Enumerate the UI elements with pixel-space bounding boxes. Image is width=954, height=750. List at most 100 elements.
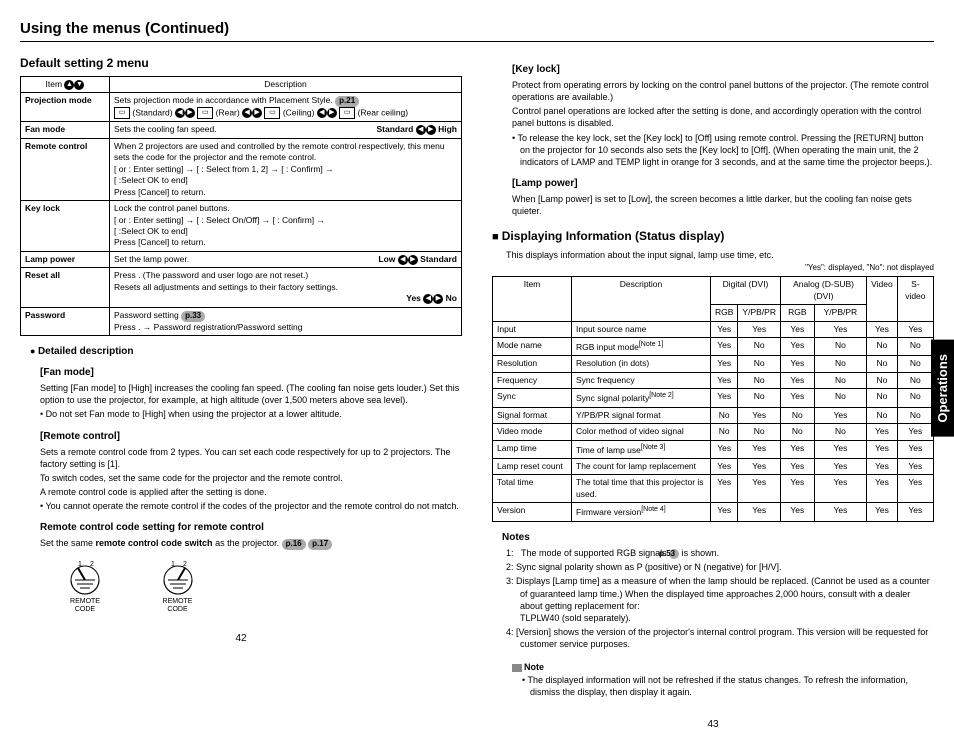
th-analog: Analog (D-SUB)(DVI) — [780, 277, 866, 305]
right-icon: ▶ — [408, 255, 418, 265]
table-row: Remote control When 2 projectors are use… — [21, 138, 462, 200]
page-title: Using the menus (Continued) — [20, 20, 934, 42]
row-desc: Set the lamp power. — [114, 254, 189, 264]
page-ref: p.17 — [308, 539, 332, 550]
lamp-power-heading: [Lamp power] — [512, 178, 934, 189]
table-row: Password Password setting p.33 Press . →… — [21, 307, 462, 335]
row-desc: Sets the cooling fan speed. — [114, 124, 217, 134]
th-desc: Description — [572, 277, 711, 321]
table-row: FrequencySync frequencyYesNoYesNoNoNo — [493, 372, 934, 388]
table-row: Signal formatY/PB/PR signal formatNoYesN… — [493, 407, 934, 423]
fan-mode-text: Setting [Fan mode] to [High] increases t… — [40, 382, 462, 406]
proj-rearceiling-icon: ▭ — [339, 107, 355, 119]
th-rgb: RGB — [780, 305, 814, 321]
displaying-information-text: This displays information about the inpu… — [506, 249, 934, 261]
page-ref: p.33 — [181, 311, 205, 322]
note-icon — [512, 664, 522, 672]
row-desc: When 2 projectors are used and controlle… — [110, 138, 462, 200]
row-desc: Sets projection mode in accordance with … — [114, 95, 333, 105]
page-43: [Key lock] Protect from operating errors… — [492, 54, 934, 730]
table-row: Reset all Press . (The password and user… — [21, 268, 462, 307]
right-icon: ▶ — [185, 108, 195, 118]
remote-text-3: A remote control code is applied after t… — [40, 486, 462, 498]
table-row: ResolutionResolution (in dots)YesNoYesNo… — [493, 356, 934, 372]
right-icon: ▶ — [252, 108, 262, 118]
notes-heading: Notes — [502, 532, 934, 543]
row-name: Projection mode — [25, 95, 92, 105]
page-ref: p.53 — [669, 549, 679, 560]
left-icon: ◀ — [423, 294, 433, 304]
row-desc: Press . (The password and user logo are … — [114, 270, 338, 291]
lamp-power-text: When [Lamp power] is set to [Low], the s… — [512, 193, 934, 217]
note-3: 3: Displays [Lamp time] as a measure of … — [520, 575, 934, 624]
remote-code-label: REMOTE CODE — [153, 598, 203, 613]
note-1: 1: The mode of supported RGB signals p.5… — [520, 547, 934, 560]
left-icon: ◀ — [416, 125, 426, 135]
right-icon: ▶ — [426, 125, 436, 135]
remote-text-2: To switch codes, set the same code for t… — [40, 472, 462, 484]
th-rgb: RGB — [711, 305, 738, 321]
page-ref: p.21 — [335, 96, 359, 107]
row-name: Remote control — [25, 141, 87, 151]
key-lock-heading: [Key lock] — [512, 64, 934, 75]
row-name: Lamp power — [25, 254, 75, 264]
table-row: InputInput source nameYesYesYesYesYesYes — [493, 321, 934, 337]
row-name: Key lock — [25, 203, 60, 213]
row-name: Reset all — [25, 270, 60, 280]
down-icon: ▼ — [74, 80, 84, 90]
table-row: Total timeThe total time that this proje… — [493, 475, 934, 503]
note-box-bullet: The displayed information will not be re… — [530, 674, 934, 698]
th-item: Item — [46, 79, 63, 89]
remote-code-setting-text: Set the same remote control code switch … — [40, 537, 462, 550]
page-ref: p.16 — [282, 539, 306, 550]
right-icon: ▶ — [433, 294, 443, 304]
remote-code-setting-heading: Remote control code setting for remote c… — [40, 522, 462, 533]
up-icon: ▲ — [64, 80, 74, 90]
table-row: Fan mode Sets the cooling fan speed. Sta… — [21, 122, 462, 138]
table-row: Lamp power Set the lamp power. Low ◀▶ St… — [21, 251, 462, 267]
table-row: Lamp reset countThe count for lamp repla… — [493, 458, 934, 474]
left-icon: ◀ — [398, 255, 408, 265]
row-desc: Password setting — [114, 310, 179, 320]
key-lock-text-1: Protect from operating errors by locking… — [512, 79, 934, 103]
table-row: Lamp timeTime of lamp use[Note 3]YesYesY… — [493, 440, 934, 458]
default-setting-2-table: Item ▲▼ Description Projection mode Sets… — [20, 76, 462, 336]
th-video: Video — [867, 277, 898, 321]
displaying-information-heading: Displaying Information (Status display) — [492, 229, 934, 243]
table-row: SyncSync signal polarity[Note 2]YesNoYes… — [493, 389, 934, 407]
remote-text-1: Sets a remote control code from 2 types.… — [40, 446, 462, 470]
fan-mode-heading: [Fan mode] — [40, 367, 462, 378]
side-tab-operations: Operations — [931, 340, 954, 437]
remote-control-heading: [Remote control] — [40, 431, 462, 442]
th-description: Description — [110, 77, 462, 93]
th-ypbpr: Y/PB/PR — [738, 305, 781, 321]
remote-switch-1-icon: 12 REMOTE CODE — [60, 558, 110, 613]
th-ypbpr: Y/PB/PR — [814, 305, 866, 321]
right-icon: ▶ — [327, 108, 337, 118]
proj-ceiling-icon: ▭ — [264, 107, 280, 119]
note-2: 2: Sync signal polarity shown as P (posi… — [520, 561, 934, 573]
key-lock-bullet: To release the key lock, set the [Key lo… — [520, 132, 934, 168]
table-row: VersionFirmware version[Note 4]YesYesYes… — [493, 503, 934, 521]
left-icon: ◀ — [242, 108, 252, 118]
page-42: Default setting 2 menu Item ▲▼ Descripti… — [20, 54, 462, 730]
detailed-description-heading: Detailed description — [30, 346, 462, 357]
th-item: Item — [493, 277, 572, 321]
remote-switch-2-icon: 12 REMOTE CODE — [153, 558, 203, 613]
row-name: Fan mode — [25, 124, 65, 134]
key-lock-text-2: Control panel operations are locked afte… — [512, 105, 934, 129]
note-box-heading: Note — [512, 662, 934, 672]
proj-standard-icon: ▭ — [114, 107, 130, 119]
page-number-43: 43 — [492, 719, 934, 730]
row-desc: Lock the control panel buttons. [ or : E… — [110, 201, 462, 252]
proj-rear-icon: ▭ — [197, 107, 213, 119]
remote-bullet: You cannot operate the remote control if… — [48, 500, 462, 512]
table-row: Mode nameRGB input mode[Note 1]YesNoYesN… — [493, 338, 934, 356]
th-svideo: S-video — [897, 277, 933, 321]
row-name: Password — [25, 310, 65, 320]
note-4: 4: [Version] shows the version of the pr… — [520, 626, 934, 650]
table-row: Projection mode Sets projection mode in … — [21, 93, 462, 122]
status-display-table: Item Description Digital (DVI) Analog (D… — [492, 276, 934, 521]
row-extra: Press . → Password registration/Password… — [114, 322, 303, 332]
left-icon: ◀ — [175, 108, 185, 118]
